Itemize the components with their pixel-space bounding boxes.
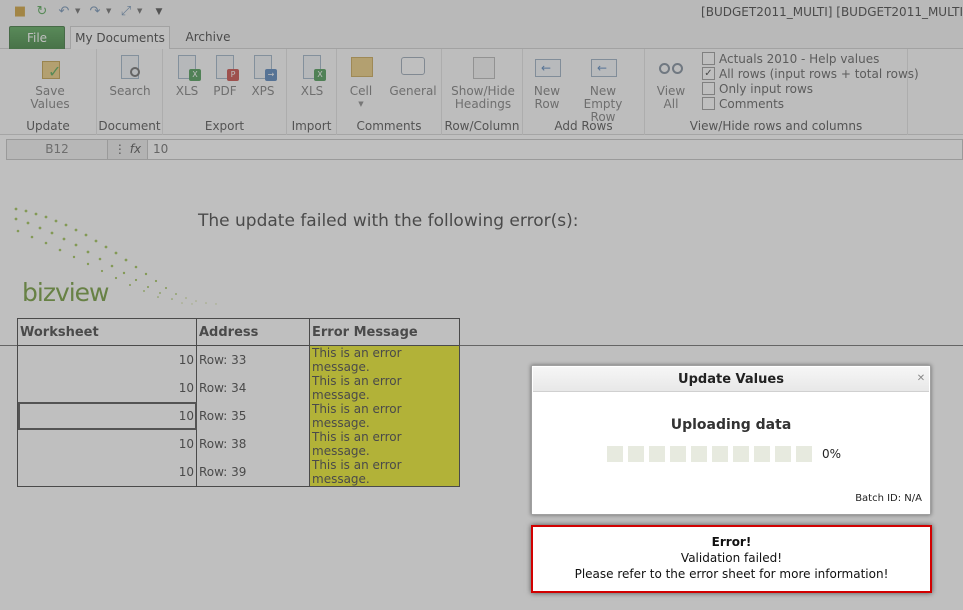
- progress-segment: [628, 446, 644, 462]
- upload-status: Uploading data: [670, 417, 792, 433]
- close-icon[interactable]: ✕: [916, 374, 926, 384]
- progress-segment: [796, 446, 812, 462]
- error-title: Error!: [711, 535, 752, 549]
- error-line-2: Please refer to the error sheet for more…: [574, 567, 889, 581]
- progress-segment: [607, 446, 623, 462]
- progress-segment: [733, 446, 749, 462]
- progress-segment: [754, 446, 770, 462]
- modal-overlay: [0, 0, 963, 610]
- progress-segment: [691, 446, 707, 462]
- dialog-title: Update Values: [533, 367, 929, 392]
- progress-segment: [775, 446, 791, 462]
- progress-percent: 0%: [822, 447, 842, 461]
- batch-id: Batch ID: N/A: [855, 493, 922, 504]
- progress-segment: [649, 446, 665, 462]
- progress-segment: [712, 446, 728, 462]
- update-values-dialog: Update Values ✕ Uploading data 0% Batch …: [531, 365, 931, 515]
- error-line-1: Validation failed!: [680, 551, 783, 565]
- progress-segment: [670, 446, 686, 462]
- error-notification: Error! Validation failed! Please refer t…: [531, 525, 932, 593]
